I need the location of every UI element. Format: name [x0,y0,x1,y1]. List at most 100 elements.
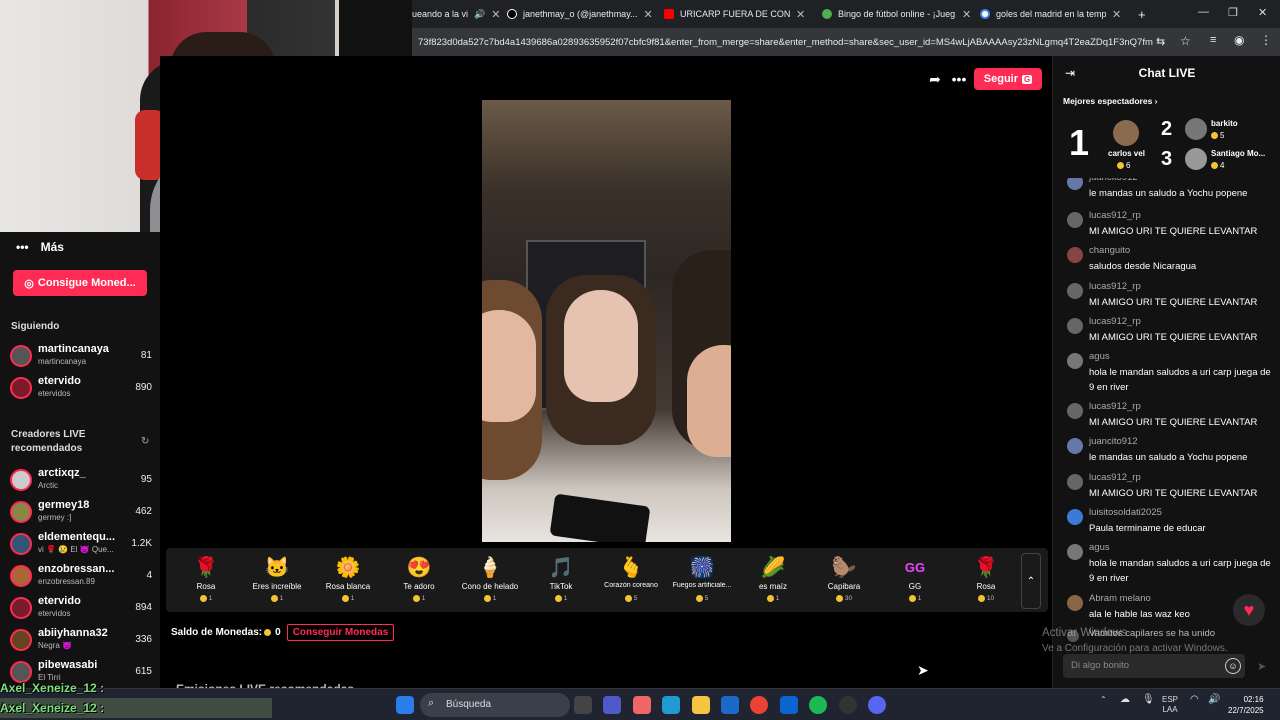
volume-icon[interactable]: 🔊 [1208,695,1220,705]
more-options-icon[interactable]: ••• [948,68,970,90]
gift-item[interactable]: 🌽 es maíz 1 [738,554,808,602]
speaker-icon[interactable]: 🔊 [474,9,485,20]
follow-button[interactable]: Seguir G [974,68,1042,90]
chrome-icon[interactable] [750,696,768,714]
cloud-icon[interactable]: ☁ [1120,695,1130,705]
chat-username[interactable]: lucas912_rp [1089,281,1141,292]
copilot-icon[interactable] [633,696,651,714]
chat-input[interactable]: Di algo bonito [1063,654,1245,678]
media-control-icon[interactable]: ≡ [1210,34,1216,46]
avatar[interactable] [1067,318,1083,334]
avatar[interactable] [1185,118,1207,140]
teams-icon[interactable] [603,696,621,714]
address-bar[interactable]: 73f823d0da527c7bd4a1439686a02893635952f0… [412,28,1280,56]
chat-username[interactable]: agus [1089,351,1110,362]
refresh-icon[interactable]: ↻ [141,436,149,447]
avatar[interactable] [1067,353,1083,369]
store-icon[interactable] [721,696,739,714]
avatar[interactable] [1067,283,1083,299]
following-user[interactable]: martincanaya martincanaya 81 [10,342,152,370]
browser-tab[interactable]: URICARP FUERA DE CONTEXTO ✕ [664,3,809,25]
avatar[interactable] [1067,247,1083,263]
close-tab-icon[interactable]: ✕ [796,8,805,21]
translate-icon[interactable]: ⇆ [1156,35,1165,48]
gift-item[interactable]: GG GG 1 [880,554,950,602]
gift-item[interactable]: 🦫 Capibara 30 [809,554,879,602]
more-menu[interactable]: ••• Más [16,240,64,254]
avatar[interactable] [1067,403,1083,419]
close-tab-icon[interactable]: ✕ [491,8,500,21]
browser-tab[interactable]: Bingo de fútbol online - ¡Jueg... ✕ [822,3,972,25]
gift-item[interactable]: 🎵 TikTok 1 [526,554,596,602]
chat-username[interactable]: luisitosoldati2025 [1089,507,1162,518]
gift-item[interactable]: 🌹 Rosa 10 [951,554,1021,602]
emoji-icon[interactable]: ☺ [1225,658,1241,674]
close-tab-icon[interactable]: ✕ [1112,8,1121,21]
gift-item[interactable]: 😍 Te adoro 1 [384,554,454,602]
new-tab-button[interactable]: + [1138,3,1152,25]
close-tab-icon[interactable]: ✕ [962,8,971,21]
discord-icon[interactable] [868,696,886,714]
system-clock[interactable]: 02:16 22/7/2025 [1228,694,1264,716]
task-view-icon[interactable] [574,696,592,714]
chat-username[interactable]: agus [1089,542,1110,553]
avatar[interactable] [1067,212,1083,228]
like-heart-button[interactable]: ♥ [1233,594,1265,626]
chat-username[interactable]: lucas912_rp [1089,316,1141,327]
chat-username[interactable]: lucas912_rp [1089,401,1141,412]
chat-username[interactable]: lucas912_rp [1089,210,1141,221]
recommended-user[interactable]: enzobressan... enzobressan.89 4 [10,562,152,590]
avatar[interactable] [1067,474,1083,490]
browser-tab[interactable]: goles del madrid en la tempor... ✕ [980,3,1125,25]
gift-item[interactable]: 🍦 Cono de helado 1 [455,554,525,602]
app-icon[interactable] [839,696,857,714]
bookmark-star-icon[interactable]: ☆ [1180,34,1191,48]
windows-start-icon[interactable] [396,696,414,714]
avatar[interactable] [1067,178,1083,190]
send-icon[interactable]: ➤ [1257,660,1266,673]
browser-tab[interactable]: janethmay_o (@janethmay... ✕ [507,3,652,25]
spotify-icon[interactable] [809,696,827,714]
recommended-user[interactable]: etervido etervidos 894 [10,594,152,622]
browser-menu-icon[interactable]: ⋮ [1260,33,1272,47]
profile-icon[interactable]: ◉ [1234,33,1244,47]
gift-item[interactable]: 🫰 Corazón coreano 5 [596,554,666,602]
close-tab-icon[interactable]: ✕ [644,8,652,21]
chat-username[interactable]: changuito [1089,245,1130,256]
edge-icon[interactable] [662,696,680,714]
language-indicator[interactable]: ESP LAA [1162,695,1178,715]
chat-username[interactable]: Abram melano [1089,593,1151,604]
chat-username[interactable]: juancito912 [1089,436,1138,447]
avatar[interactable] [1067,544,1083,560]
microphone-icon[interactable]: 🎙 [1142,695,1155,705]
taskbar-search[interactable]: ⌕ Búsqueda [420,693,570,717]
get-coins-button[interactable]: ◎ Consigue Moned... [13,270,147,296]
avatar[interactable] [1067,438,1083,454]
gift-item[interactable]: 🌹 Rosa 1 [171,554,241,602]
avatar[interactable] [1067,595,1083,611]
gift-item[interactable]: 🎆 Fuegos artificiale... 5 [667,554,737,602]
chat-username[interactable]: lucas912_rp [1089,472,1141,483]
following-user[interactable]: etervido etervidos 890 [10,374,152,402]
url-text[interactable]: 73f823d0da527c7bd4a1439686a02893635952f0… [418,37,1153,48]
minimize-icon[interactable]: — [1198,6,1209,18]
avatar[interactable] [1185,148,1207,170]
recommended-user[interactable]: eldementequ... vi 🌹 😢 El 😈 Que... 1.2K [10,530,152,558]
avatar[interactable] [1067,509,1083,525]
get-coins-link[interactable]: Conseguir Monedas [286,624,395,641]
outlook-icon[interactable] [780,696,798,714]
wifi-icon[interactable]: ◠ [1190,695,1199,705]
avatar[interactable] [1113,120,1139,146]
chat-username[interactable]: juancito912 [1089,178,1138,183]
gift-item[interactable]: 🐱 Eres increíble 1 [242,554,312,602]
maximize-icon[interactable]: ❐ [1228,6,1238,19]
top-viewers-link[interactable]: Mejores espectadores › [1063,96,1158,106]
recommended-user[interactable]: arctixqz_ Arctic 95 [10,466,152,494]
close-window-icon[interactable]: ✕ [1258,6,1267,19]
gift-expand-button[interactable]: ⌃ [1021,553,1041,609]
file-explorer-icon[interactable] [692,696,710,714]
recommended-user[interactable]: abiiyhanna32 Negra 😈 336 [10,626,152,654]
chevron-up-icon[interactable]: ⌃ [1100,695,1107,705]
share-icon[interactable]: ➦ [924,68,946,90]
browser-tab[interactable]: ueando a la vi 🔊 ✕ [412,3,500,25]
